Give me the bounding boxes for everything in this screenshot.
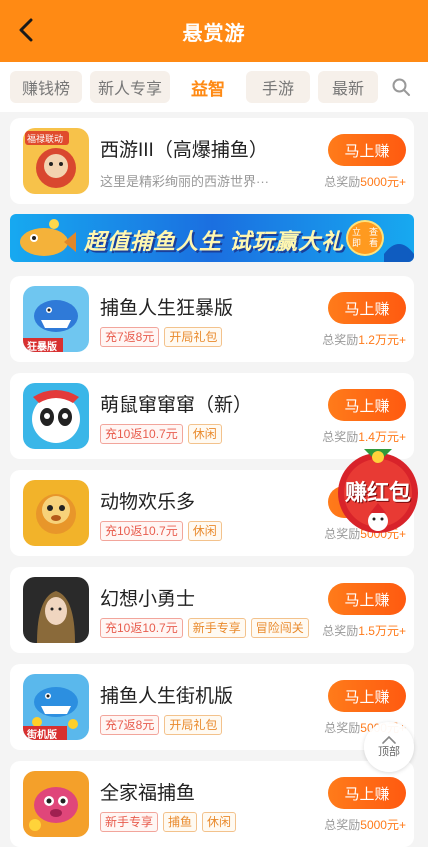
game-icon: 狂暴版 [23, 286, 89, 352]
tag-list: 充7返8元 开局礼包 [100, 715, 227, 735]
game-name: 捕鱼人生街机版 [100, 686, 234, 707]
game-card[interactable]: 福禄联动 西游III（高爆捕鱼） 这里是精彩绚丽的西游世界··· 马上赚 总奖励… [10, 118, 414, 204]
tag-list: 充10返10.7元 休闲 [100, 424, 227, 444]
game-icon [23, 480, 89, 546]
game-name: 捕鱼人生狂暴版 [100, 298, 234, 319]
earn-now-button[interactable]: 马上赚 [328, 292, 406, 324]
icon-badge: 福禄联动 [27, 134, 64, 144]
total-reward: 总奖励1.2万元+ [322, 333, 406, 347]
red-packet-float-button[interactable]: 赚红包 [332, 445, 424, 537]
search-button[interactable] [388, 74, 414, 100]
icon-badge: 街机版 [27, 730, 57, 740]
tag-list: 充10返10.7元 休闲 [100, 521, 227, 541]
banner-view-button[interactable]: 立即 查看 [346, 220, 384, 256]
total-reward: 总奖励5000元+ [324, 818, 406, 832]
total-reward: 总奖励1.4万元+ [322, 430, 406, 444]
game-tag: 休闲 [202, 812, 237, 832]
game-name: 西游III（高爆捕鱼） [100, 140, 268, 161]
game-icon [23, 771, 89, 837]
game-tag: 开局礼包 [164, 327, 223, 347]
back-arrow-icon [19, 18, 33, 42]
game-card[interactable]: 全家福捕鱼 新手专享 捕鱼 休闲 马上赚 总奖励5000元+ [10, 761, 414, 847]
earn-now-button[interactable]: 马上赚 [328, 680, 406, 712]
game-icon: 街机版 [23, 674, 89, 740]
game-tag: 休闲 [187, 521, 222, 541]
back-button[interactable] [12, 16, 40, 44]
earn-now-button[interactable]: 马上赚 [328, 777, 406, 809]
red-packet-label: 赚红包 [344, 480, 411, 505]
total-reward: 总奖励5000元+ [324, 175, 406, 189]
sea-decoration-icon [384, 244, 414, 262]
earn-now-button[interactable]: 马上赚 [328, 389, 406, 421]
game-card[interactable]: 狂暴版 捕鱼人生狂暴版 充7返8元 开局礼包 马上赚 总奖励1.2万元+ [10, 276, 414, 362]
game-icon: 福禄联动 [23, 128, 89, 194]
reward-amount: 1.2万元+ [358, 333, 406, 347]
game-name: 动物欢乐多 [100, 492, 196, 513]
tab-earning-rank[interactable]: 赚钱榜 [10, 71, 82, 103]
reward-amount: 5000元+ [360, 175, 406, 189]
fish-character-icon [20, 219, 76, 256]
reward-amount: 5000元+ [360, 818, 406, 832]
game-tag: 新手专享 [187, 618, 246, 638]
game-tag: 捕鱼 [163, 812, 198, 832]
game-tag: 充7返8元 [100, 715, 160, 735]
game-card[interactable]: 幻想小勇士 充10返10.7元 新手专享 冒险闯关 马上赚 总奖励1.5万元+ [10, 567, 414, 653]
tab-latest[interactable]: 最新 [318, 71, 378, 103]
game-tag: 休闲 [187, 424, 222, 444]
earn-now-button[interactable]: 马上赚 [328, 134, 406, 166]
game-name: 幻想小勇士 [100, 589, 196, 610]
game-tag: 开局礼包 [164, 715, 223, 735]
page-title: 悬赏游 [182, 22, 246, 45]
tab-newcomer[interactable]: 新人专享 [90, 71, 170, 103]
game-card[interactable]: 街机版 捕鱼人生街机版 充7返8元 开局礼包 马上赚 总奖励5000元+ [10, 664, 414, 750]
tab-mobile-games[interactable]: 手游 [246, 71, 310, 103]
reward-amount: 1.5万元+ [358, 624, 406, 638]
game-tag: 充10返10.7元 [100, 424, 183, 444]
game-tag: 新手专享 [100, 812, 159, 832]
category-tabs: 赚钱榜 新人专享 益智 手游 最新 [0, 62, 428, 112]
tag-list: 新手专享 捕鱼 休闲 [100, 812, 241, 832]
banner-text: 超值捕鱼人生 试玩赢大礼 [84, 229, 345, 254]
tag-list: 充10返10.7元 新手专享 冒险闯关 [100, 618, 314, 638]
app-header: 悬赏游 [0, 0, 428, 62]
game-tag: 充10返10.7元 [100, 521, 183, 541]
search-icon [392, 78, 410, 96]
game-name: 萌鼠窜窜窜（新） [100, 395, 253, 416]
game-description: 这里是精彩绚丽的西游世界··· [100, 174, 269, 189]
game-name: 全家福捕鱼 [100, 783, 196, 804]
game-tag: 充10返10.7元 [100, 618, 183, 638]
reward-amount: 1.4万元+ [358, 430, 406, 444]
tag-list: 充7返8元 开局礼包 [100, 327, 227, 347]
total-reward: 总奖励1.5万元+ [322, 624, 406, 638]
game-tag: 充7返8元 [100, 327, 160, 347]
back-to-top-button[interactable]: 顶部 [364, 722, 414, 772]
tab-puzzle[interactable]: 益智 [178, 71, 238, 103]
icon-badge: 狂暴版 [27, 342, 57, 352]
promo-banner[interactable]: 超值捕鱼人生 试玩赢大礼 立即 查看 [10, 214, 414, 262]
game-icon [23, 383, 89, 449]
earn-now-button[interactable]: 马上赚 [328, 583, 406, 615]
game-icon [23, 577, 89, 643]
back-to-top-label: 顶部 [378, 746, 400, 758]
game-tag: 冒险闯关 [250, 618, 309, 638]
